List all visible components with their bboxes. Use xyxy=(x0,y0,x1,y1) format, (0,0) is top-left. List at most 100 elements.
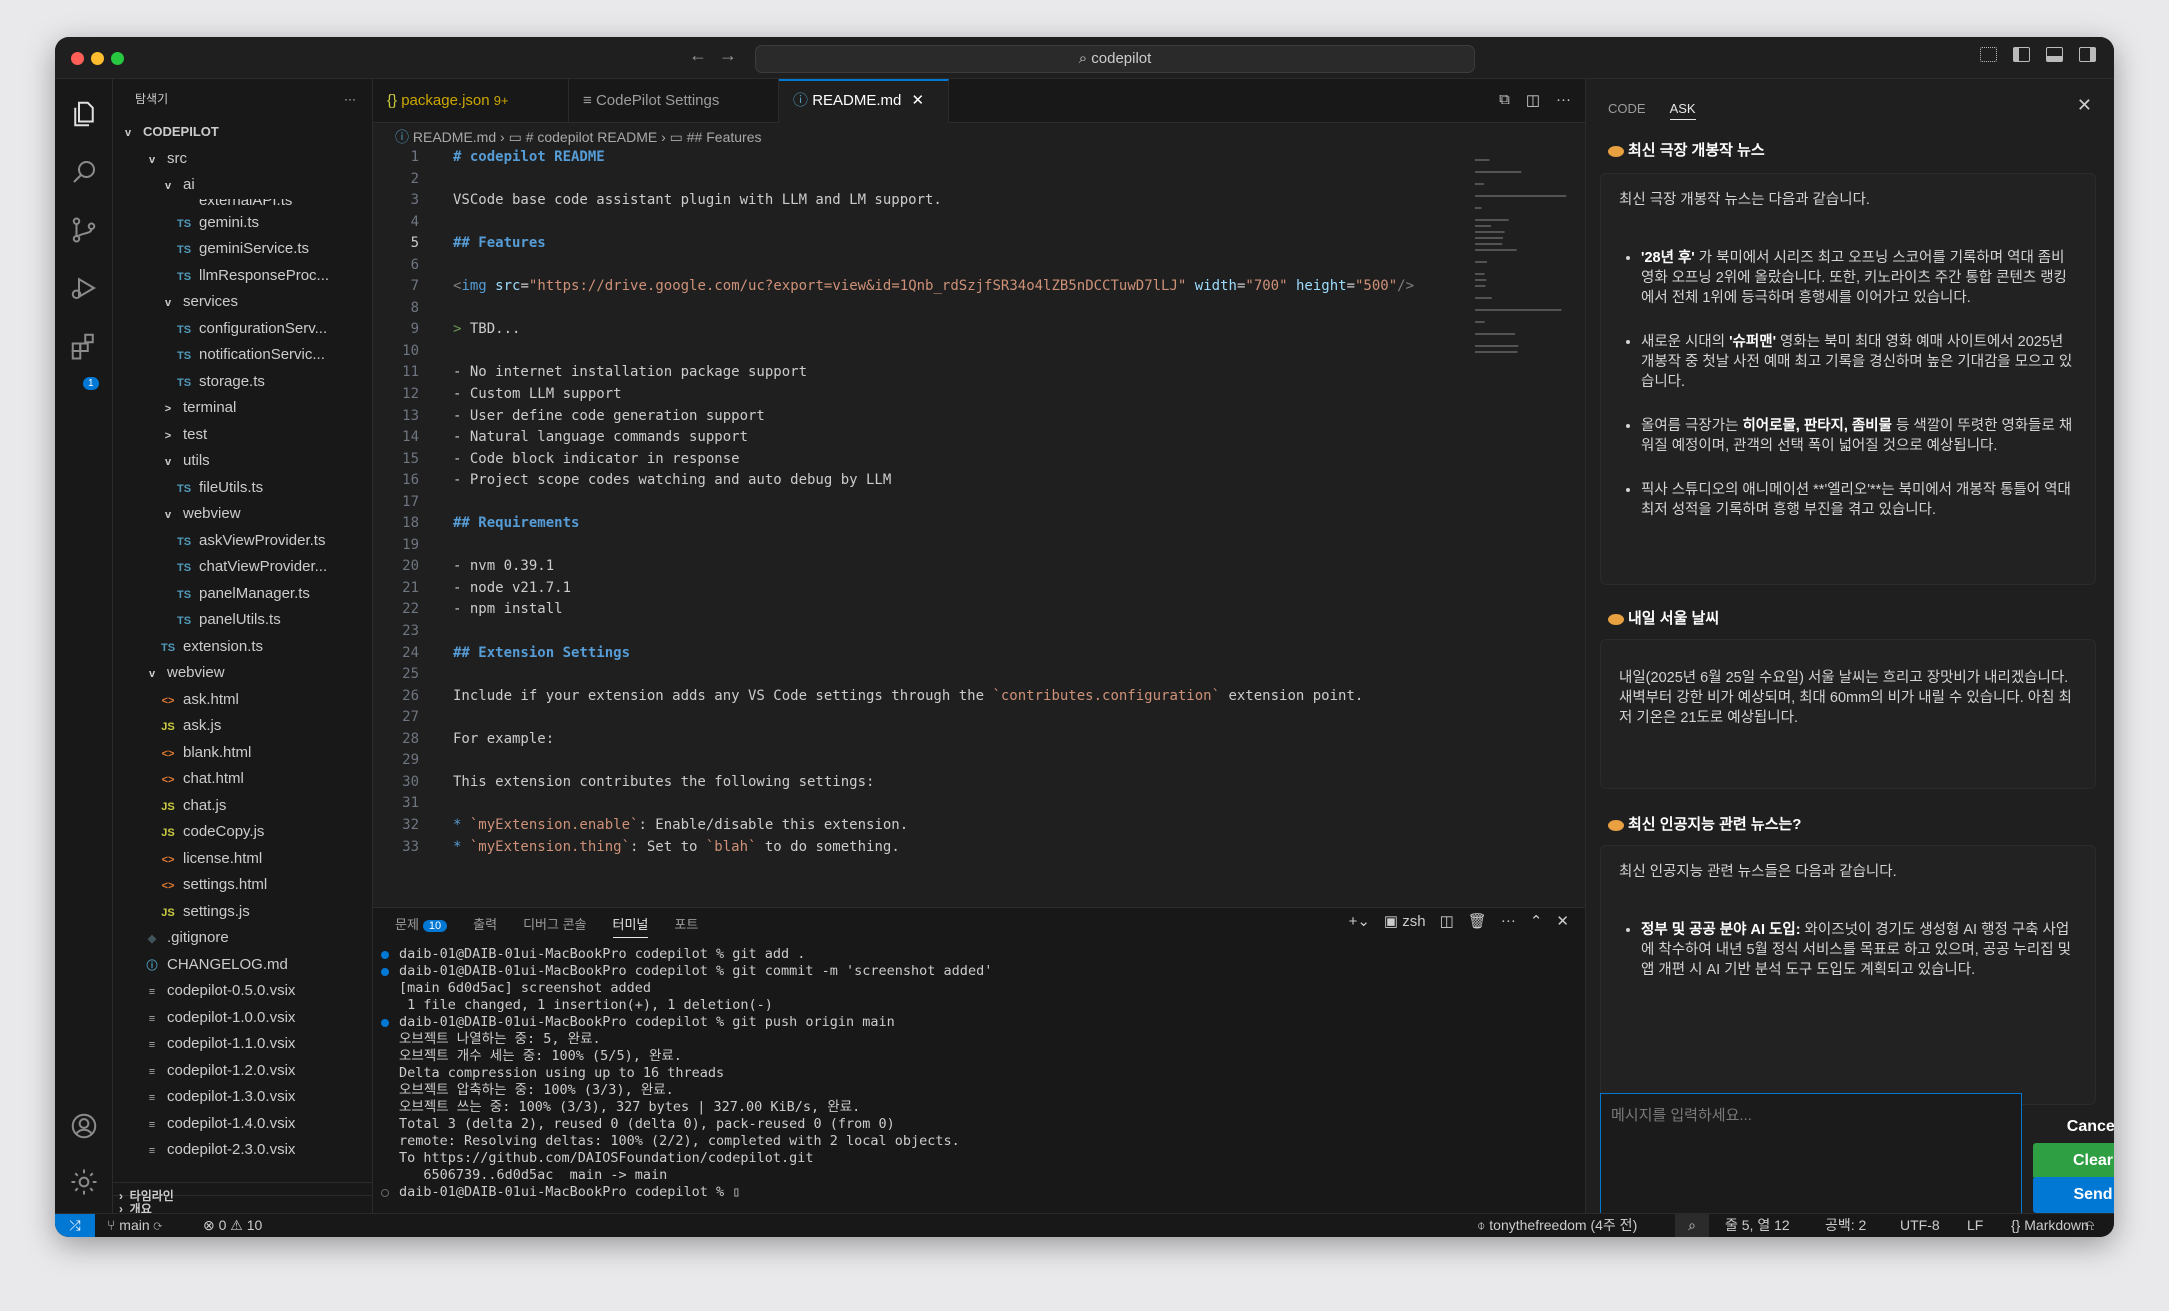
remote-icon[interactable]: ⤮ xyxy=(55,1214,95,1237)
code-line[interactable]: 13 - User define code generation support xyxy=(373,406,1463,428)
tree-item[interactable]: ≡ codepilot-0.5.0.vsix xyxy=(113,978,372,1005)
tab-debug-console[interactable]: 디버그 콘솔 xyxy=(523,914,586,938)
close-window-button[interactable] xyxy=(71,52,84,65)
tree-item[interactable]: TS chatViewProvider... xyxy=(113,554,372,581)
code-line[interactable]: 32 * `myExtension.enable`: Enable/disable… xyxy=(373,815,1463,837)
tree-item[interactable]: ◆ .gitignore xyxy=(113,925,372,952)
cancel-button[interactable]: Cancel xyxy=(2033,1109,2114,1145)
language-mode[interactable]: {} Markdown xyxy=(2011,1214,2089,1237)
search-icon[interactable] xyxy=(69,157,99,187)
customize-layout-icon[interactable] xyxy=(1980,47,1997,62)
tree-item[interactable]: ≡ codepilot-1.1.0.vsix xyxy=(113,1031,372,1058)
toggle-primary-sidebar-icon[interactable] xyxy=(2013,47,2030,62)
more-actions-icon[interactable]: ··· xyxy=(1501,912,1516,930)
code-line[interactable]: 4 xyxy=(373,212,1463,234)
send-button[interactable]: Send xyxy=(2033,1177,2114,1213)
tab-terminal[interactable]: 터미널 xyxy=(612,914,649,938)
indentation[interactable]: 공백: 2 xyxy=(1825,1214,1866,1237)
tree-item[interactable]: TS storage.ts xyxy=(113,369,372,396)
tree-item[interactable]: ≡ codepilot-2.3.0.vsix xyxy=(113,1137,372,1164)
tree-item[interactable]: TS configurationServ... xyxy=(113,316,372,343)
code-line[interactable]: 7 <img src="https://drive.google.com/uc?e… xyxy=(373,276,1463,298)
maximize-window-button[interactable] xyxy=(111,52,124,65)
minimap[interactable] xyxy=(1475,159,1575,499)
encoding[interactable]: UTF-8 xyxy=(1900,1214,1940,1237)
code-editor[interactable]: 1 # codepilot README 2 3 VSCode base code as… xyxy=(373,147,1463,858)
tree-item[interactable]: TS gemini.ts xyxy=(113,210,372,237)
tree-item[interactable]: TS notificationServic... xyxy=(113,342,372,369)
close-icon[interactable]: ✕ xyxy=(912,92,925,109)
code-line[interactable]: 28 For example: xyxy=(373,729,1463,751)
maximize-panel-icon[interactable]: ⌃ xyxy=(1530,912,1543,930)
breadcrumb-heading[interactable]: # codepilot README xyxy=(526,129,658,145)
split-terminal-icon[interactable]: ◫ xyxy=(1440,912,1454,930)
tree-item[interactable]: v webview xyxy=(113,660,372,687)
tree-item[interactable]: TS geminiService.ts xyxy=(113,236,372,263)
tree-item[interactable]: JS chat.js xyxy=(113,793,372,820)
tree-item[interactable]: ⓘ CHANGELOG.md xyxy=(113,952,372,979)
back-arrow-icon[interactable]: ← xyxy=(689,45,707,66)
code-line[interactable]: 2 xyxy=(373,169,1463,191)
run-debug-icon[interactable] xyxy=(69,273,99,303)
tree-item[interactable]: JS settings.js xyxy=(113,899,372,926)
code-line[interactable]: 10 xyxy=(373,341,1463,363)
code-line[interactable]: 12 - Custom LLM support xyxy=(373,384,1463,406)
code-line[interactable]: 23 xyxy=(373,621,1463,643)
terminal-shell[interactable]: ▣ zsh xyxy=(1384,912,1426,930)
tree-item[interactable]: v src xyxy=(113,146,372,173)
tree-item[interactable]: TS panelManager.ts xyxy=(113,581,372,608)
code-line[interactable]: 22 - npm install xyxy=(373,599,1463,621)
toggle-panel-icon[interactable] xyxy=(2046,47,2063,62)
code-line[interactable]: 33 * `myExtension.thing`: Set to `blah` t… xyxy=(373,837,1463,859)
code-line[interactable]: 9 > TBD... xyxy=(373,319,1463,341)
code-line[interactable]: 14 - Natural language commands support xyxy=(373,427,1463,449)
code-line[interactable]: 17 xyxy=(373,492,1463,514)
code-line[interactable]: 6 xyxy=(373,255,1463,277)
close-icon[interactable]: ✕ xyxy=(2077,95,2092,116)
clear-button[interactable]: Clear xyxy=(2033,1143,2114,1179)
tab-problems[interactable]: 문제 10 xyxy=(395,914,448,938)
extensions-icon[interactable] xyxy=(69,331,99,361)
new-terminal-icon[interactable]: +⌄ xyxy=(1349,912,1370,930)
code-line[interactable]: 25 xyxy=(373,664,1463,686)
tree-item[interactable]: externalAPI.ts xyxy=(113,199,372,210)
code-line[interactable]: 15 - Code block indicator in response xyxy=(373,449,1463,471)
tab-ports[interactable]: 포트 xyxy=(674,914,698,938)
tree-item[interactable]: TS fileUtils.ts xyxy=(113,475,372,502)
code-line[interactable]: 3 VSCode base code assistant plugin with … xyxy=(373,190,1463,212)
code-line[interactable]: 18 ## Requirements xyxy=(373,513,1463,535)
open-preview-icon[interactable]: ⧉ xyxy=(1499,91,1510,109)
tab-code[interactable]: CODE xyxy=(1608,101,1646,120)
tree-item[interactable]: TS panelUtils.ts xyxy=(113,607,372,634)
code-line[interactable]: 19 xyxy=(373,535,1463,557)
breadcrumb-subheading[interactable]: ## Features xyxy=(687,129,762,145)
source-control-icon[interactable] xyxy=(69,215,99,245)
tree-item[interactable]: <> settings.html xyxy=(113,872,372,899)
code-line[interactable]: 11 - No internet installation package sup… xyxy=(373,362,1463,384)
more-actions-icon[interactable]: ··· xyxy=(1556,91,1571,109)
code-line[interactable]: 8 xyxy=(373,298,1463,320)
tree-item[interactable]: <> blank.html xyxy=(113,740,372,767)
tree-item[interactable]: <> license.html xyxy=(113,846,372,873)
trash-icon[interactable]: 🗑 xyxy=(1468,912,1487,930)
tree-item[interactable]: ≡ codepilot-1.0.0.vsix xyxy=(113,1005,372,1032)
command-center-search[interactable]: ⌕ codepilot xyxy=(755,45,1475,73)
forward-arrow-icon[interactable]: → xyxy=(719,45,737,66)
code-line[interactable]: 1 # codepilot README xyxy=(373,147,1463,169)
tree-item[interactable]: JS codeCopy.js xyxy=(113,819,372,846)
tree-item[interactable]: v webview xyxy=(113,501,372,528)
zoom-icon[interactable]: ⌕ xyxy=(1675,1214,1709,1237)
split-editor-icon[interactable]: ◫ xyxy=(1526,91,1540,109)
tree-item[interactable]: ≡ codepilot-1.2.0.vsix xyxy=(113,1058,372,1085)
code-line[interactable]: 29 xyxy=(373,750,1463,772)
breadcrumb-file[interactable]: README.md xyxy=(413,129,496,145)
tree-item[interactable]: ≡ codepilot-1.4.0.vsix xyxy=(113,1111,372,1138)
tree-item[interactable]: <> ask.html xyxy=(113,687,372,714)
branch-status[interactable]: ⑂ main ⟳ xyxy=(107,1214,162,1237)
tree-item[interactable]: v ai xyxy=(113,172,372,199)
tree-item[interactable]: ≡ codepilot-1.3.0.vsix xyxy=(113,1084,372,1111)
gear-icon[interactable] xyxy=(69,1167,99,1197)
tab-package-json[interactable]: {} package.json 9+ xyxy=(373,79,569,123)
code-line[interactable]: 16 - Project scope codes watching and aut… xyxy=(373,470,1463,492)
tab-output[interactable]: 출력 xyxy=(473,914,497,938)
